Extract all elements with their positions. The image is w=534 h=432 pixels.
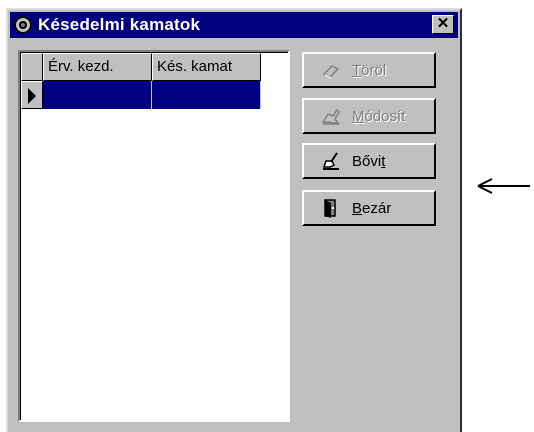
modify-button-label: Módosít [352, 108, 406, 125]
column-header-interest-rate[interactable]: Kés. kamat [152, 53, 261, 81]
extend-button[interactable]: Bővit [302, 143, 436, 179]
interest-grid[interactable]: Érv. kezd. Kés. kamat [18, 50, 290, 422]
left-arrow-icon [477, 178, 530, 194]
door-icon [324, 199, 336, 218]
close-button[interactable]: ✕ [432, 15, 454, 34]
cell-start-date[interactable] [43, 81, 152, 109]
delete-button[interactable]: Töröl [302, 52, 436, 88]
edit-hand-icon [321, 108, 340, 125]
cell-interest-rate[interactable] [152, 81, 261, 109]
delete-button-label: Töröl [352, 62, 387, 79]
column-header-start-date[interactable]: Érv. kezd. [43, 53, 152, 81]
window-title: Késedelmi kamatok [38, 15, 201, 34]
title-bar[interactable]: Késedelmi kamatok ✕ [10, 12, 458, 38]
extend-button-label: Bővit [352, 153, 386, 170]
current-row-triangle-icon [28, 88, 36, 104]
add-hand-icon [322, 152, 339, 170]
modify-button[interactable]: Módosít [302, 98, 436, 134]
app-icon[interactable] [14, 16, 32, 34]
header-corner [21, 53, 43, 81]
eraser-icon [322, 65, 340, 79]
row-indicator [21, 81, 43, 109]
close-dialog-button-label: Bezár [352, 200, 392, 217]
close-dialog-button[interactable]: Bezár [302, 190, 436, 226]
